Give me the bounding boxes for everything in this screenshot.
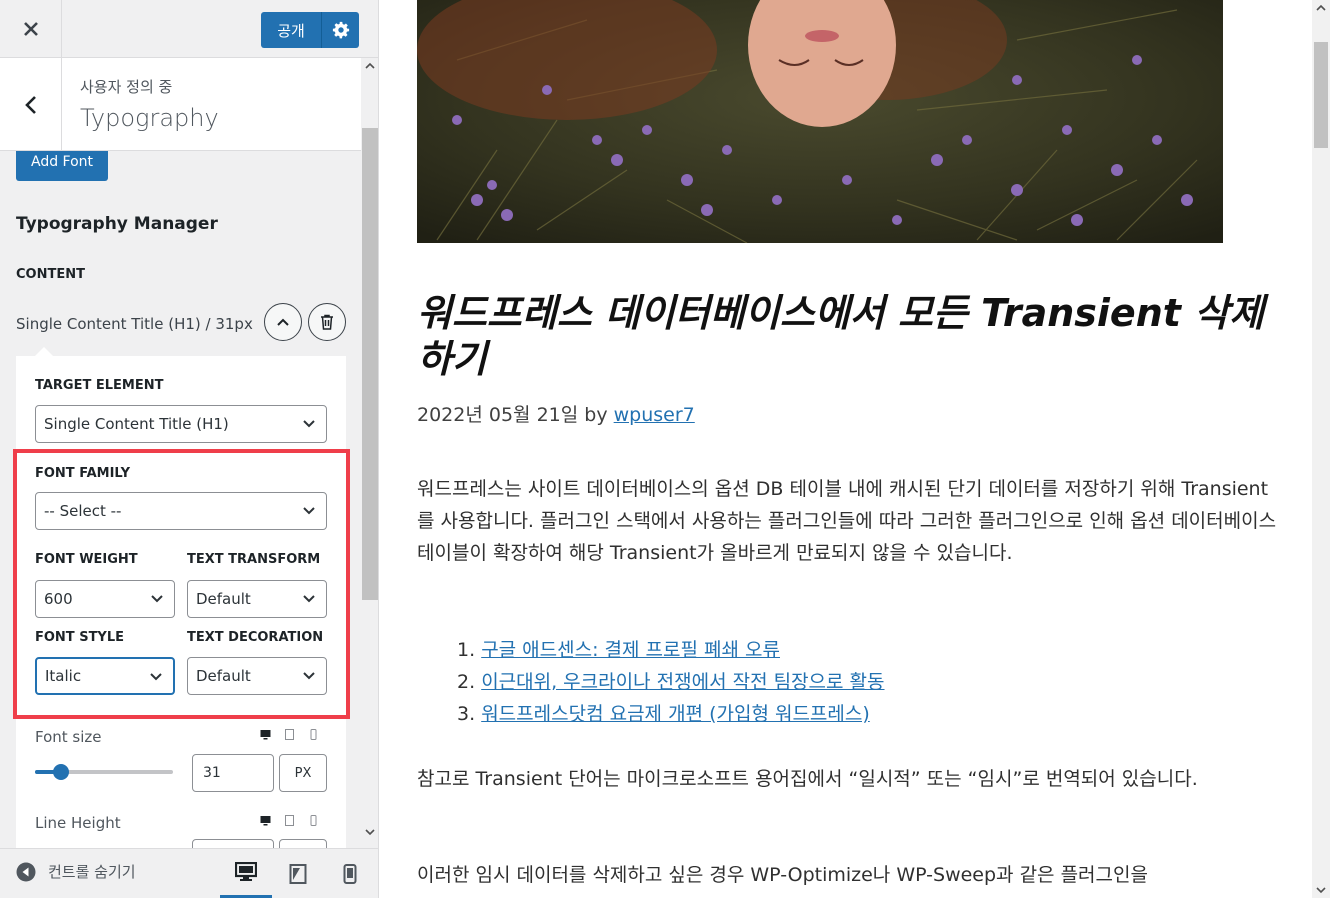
customizer-sidebar: 공개 사용자 정의 중 Typography Add Font Typograp… [0, 0, 379, 898]
target-element-select[interactable]: Single Content Title (H1) [35, 405, 327, 443]
target-element-label: TARGET ELEMENT [35, 378, 164, 393]
publish-group: 공개 [261, 12, 359, 48]
font-size-unit-button[interactable]: PX [279, 754, 327, 792]
collapse-arrow-icon [16, 862, 36, 881]
font-weight-value: 600 [44, 590, 73, 608]
desktop-icon[interactable] [260, 729, 271, 740]
line-height-label: Line Height [35, 814, 121, 832]
preview-tablet-button[interactable] [272, 849, 324, 898]
target-element-value: Single Content Title (H1) [44, 415, 229, 433]
chevron-down-icon [303, 672, 315, 680]
post-by: by [584, 404, 608, 426]
line-height-input[interactable] [192, 839, 274, 848]
chevron-up-icon [277, 318, 289, 326]
text-decoration-label: TEXT DECORATION [187, 630, 324, 645]
back-button[interactable] [0, 58, 62, 151]
chevron-down-icon [303, 507, 315, 515]
related-posts-list: 1. 구글 애드센스: 결제 프로필 폐쇄 오류 2. 이근대위, 우크라이나 … [457, 634, 885, 730]
text-decoration-value: Default [196, 667, 251, 685]
font-family-label: FONT FAMILY [35, 466, 131, 481]
desktop-icon[interactable] [260, 815, 271, 826]
scroll-down-arrow-icon[interactable] [1315, 884, 1327, 896]
font-family-value: -- Select -- [44, 502, 122, 520]
font-size-device-switcher [260, 729, 319, 740]
section-title: Typography [80, 104, 219, 132]
mobile-icon[interactable] [308, 729, 319, 740]
font-weight-select[interactable]: 600 [35, 580, 175, 618]
preview-desktop-button[interactable] [220, 849, 272, 898]
font-style-label: FONT STYLE [35, 630, 125, 645]
chevron-left-icon [24, 95, 36, 114]
font-size-label: Font size [35, 728, 102, 746]
hide-controls-button[interactable]: 컨트롤 숨기기 [16, 861, 136, 882]
tablet-icon[interactable] [284, 815, 295, 826]
trash-icon [321, 314, 333, 330]
related-post-link[interactable]: 구글 애드센스: 결제 프로필 폐쇄 오류 [481, 639, 780, 661]
text-decoration-select[interactable]: Default [187, 657, 327, 695]
gear-icon [332, 21, 349, 39]
customizer-footer: 컨트롤 숨기기 [0, 848, 378, 898]
post-author-link[interactable]: wpuser7 [614, 404, 695, 426]
sidebar-scrollbar-thumb[interactable] [362, 128, 378, 600]
tablet-icon [289, 864, 307, 884]
preview-scrollbar-thumb[interactable] [1314, 42, 1328, 148]
chevron-down-icon [151, 595, 163, 603]
scroll-up-arrow-icon[interactable] [364, 60, 376, 72]
preview-mobile-button[interactable] [324, 849, 376, 898]
related-post-link[interactable]: 이근대위, 우크라이나 전쟁에서 작전 팀장으로 활동 [481, 671, 884, 693]
text-transform-label: TEXT TRANSFORM [187, 552, 321, 567]
hide-controls-label: 컨트롤 숨기기 [48, 863, 136, 881]
section-header: 사용자 정의 중 Typography [0, 58, 361, 151]
list-item: 2. 이근대위, 우크라이나 전쟁에서 작전 팀장으로 활동 [457, 671, 885, 693]
scroll-up-arrow-icon[interactable] [1315, 2, 1327, 14]
typography-manager-title: Typography Manager [16, 214, 218, 234]
scroll-down-arrow-icon[interactable] [364, 826, 376, 838]
line-height-unit-button[interactable] [279, 839, 327, 848]
list-item: 3. 워드프레스닷컴 요금제 개편 (가입형 워드프레스) [457, 703, 870, 725]
font-weight-label: FONT WEIGHT [35, 552, 138, 567]
text-transform-select[interactable]: Default [187, 580, 327, 618]
publish-settings-button[interactable] [321, 12, 359, 48]
post-paragraph-1: 워드프레스는 사이트 데이터베이스의 옵션 DB 테이블 내에 캐시된 단기 데… [417, 478, 1277, 564]
chevron-down-icon [150, 673, 162, 681]
post-date: 2022년 05월 21일 [417, 404, 579, 426]
font-size-input[interactable]: 31 [192, 754, 274, 792]
post-paragraph-2: 참고로 Transient 단어는 마이크로소프트 용어집에서 “일시적” 또는… [417, 768, 1198, 790]
related-post-link[interactable]: 워드프레스닷컴 요금제 개편 (가입형 워드프레스) [481, 703, 870, 725]
section-subtitle: 사용자 정의 중 [80, 78, 173, 96]
line-height-device-switcher [260, 815, 319, 826]
font-family-select[interactable]: -- Select -- [35, 492, 327, 530]
font-size-slider[interactable] [35, 764, 173, 780]
close-button[interactable] [0, 0, 62, 58]
content-group-label: CONTENT [16, 267, 85, 282]
chevron-down-icon [303, 595, 315, 603]
site-preview[interactable]: 워드프레스 데이터베이스에서 모든 Transient 삭제하기 2022년 0… [380, 0, 1312, 898]
mobile-icon [343, 864, 357, 884]
customizer-topbar: 공개 [0, 0, 378, 58]
typography-item-label: Single Content Title (H1) / 31px [16, 315, 253, 333]
tablet-icon[interactable] [284, 729, 295, 740]
add-font-button[interactable]: Add Font [16, 151, 109, 181]
mobile-icon[interactable] [308, 815, 319, 826]
collapse-button[interactable] [264, 303, 302, 341]
chevron-down-icon [303, 420, 315, 428]
text-transform-value: Default [196, 590, 251, 608]
delete-button[interactable] [308, 303, 346, 341]
close-icon [23, 22, 38, 36]
post-paragraph-3: 이러한 임시 데이터를 삭제하고 싶은 경우 WP-Optimize나 WP-S… [417, 864, 1148, 886]
font-style-select[interactable]: Italic [35, 657, 175, 695]
desktop-icon [235, 862, 257, 881]
post-title: 워드프레스 데이터베이스에서 모든 Transient 삭제하기 [417, 291, 1265, 381]
controls-panel[interactable]: Add Font Typography Manager CONTENT Sing… [0, 151, 361, 848]
post-meta: 2022년 05월 21일 by wpuser7 [417, 400, 695, 427]
publish-button[interactable]: 공개 [261, 12, 321, 48]
font-style-value: Italic [45, 667, 82, 685]
featured-image [417, 0, 1223, 243]
list-item: 1. 구글 애드센스: 결제 프로필 폐쇄 오류 [457, 639, 780, 661]
